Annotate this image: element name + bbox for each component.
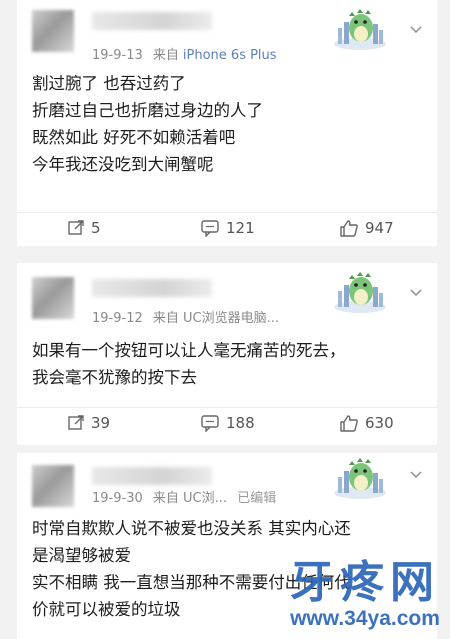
comment-line: 折磨过自己也折磨过身边的人了 [32,101,263,120]
dinosaur-sticker [334,272,386,313]
comment-meta: 19-9-30 来自 UC浏... 已编辑 [92,487,276,506]
comment-line: 割过腕了 也吞过药了 [32,74,186,93]
dinosaur-sticker [334,9,386,50]
comment-date: 19-9-13 [92,48,143,63]
comment-meta: 19-9-12 来自 UC浏览器电脑... [92,307,279,326]
action-bar: 39 188 630 [17,407,437,438]
comment-date: 19-9-12 [92,311,143,326]
repost-icon [68,415,84,430]
comment-icon [201,415,219,432]
thumbs-up-icon [340,220,358,237]
comment-text: 割过腕了 也吞过药了 折磨过自己也折磨过身边的人了 既然如此 好死不如赖活着吧 … [32,70,427,178]
source-prefix: 来自 [152,491,179,506]
comment-text: 如果有一个按钮可以让人毫无痛苦的死去， 我会毫不犹豫的按下去 [32,337,427,391]
avatar[interactable] [32,10,74,52]
comment-card: 19-9-12 来自 UC浏览器电脑... 如果有一个按钮可以让人毫无痛苦的死去… [17,263,437,445]
source-device[interactable]: UC浏... [183,491,227,506]
comment-count: 188 [226,414,255,432]
like-button[interactable]: 630 [339,414,394,432]
comment-line: 是渴望够被爱 [32,546,131,565]
chevron-down-icon[interactable] [408,22,424,38]
comment-icon [201,220,219,237]
comment-meta: 19-9-13 来自 iPhone 6s Plus [92,44,277,63]
comment-line: 价就可以被爱的垃圾 [32,600,181,619]
like-count: 947 [365,219,394,237]
comment-date: 19-9-30 [92,491,143,506]
username-redacted[interactable] [92,279,212,297]
source-prefix: 来自 [152,311,179,326]
comment-line: 我会毫不犹豫的按下去 [32,368,197,387]
comment-line: 实不相瞒 我一直想当那种不需要付出任何代 [32,573,351,592]
avatar[interactable] [32,277,74,319]
repost-button[interactable]: 5 [67,219,101,237]
comment-card: 19-9-13 来自 iPhone 6s Plus 割过腕了 也吞过药了 折磨过自… [17,0,437,246]
like-button[interactable]: 947 [339,219,394,237]
repost-icon [68,220,84,235]
username-redacted[interactable] [92,12,212,30]
username-redacted[interactable] [92,467,212,485]
avatar[interactable] [32,465,74,507]
comment-line: 如果有一个按钮可以让人毫无痛苦的死去， [32,341,346,360]
comment-line: 今年我还没吃到大闸蟹呢 [32,155,214,174]
source-device[interactable]: UC浏览器电脑... [183,311,279,326]
comment-line: 时常自欺欺人说不被爱也没关系 其实内心还 [32,519,351,538]
comment-card: 19-9-30 来自 UC浏... 已编辑 时常自欺欺人说不被爱也没关系 其实内… [17,453,437,639]
action-bar: 5 121 947 [17,212,437,243]
comment-button[interactable]: 188 [200,414,255,432]
comment-text: 时常自欺欺人说不被爱也没关系 其实内心还 是渴望够被爱 实不相瞒 我一直想当那种… [32,515,427,623]
repost-button[interactable]: 39 [67,414,110,432]
thumbs-up-icon [340,415,358,432]
repost-count: 39 [91,414,111,432]
source-device[interactable]: iPhone 6s Plus [183,48,277,63]
repost-count: 5 [91,219,101,237]
source-prefix: 来自 [152,48,179,63]
chevron-down-icon[interactable] [408,467,424,483]
chevron-down-icon[interactable] [408,285,424,301]
comment-count: 121 [226,219,255,237]
edited-label: 已编辑 [237,491,277,506]
comment-button[interactable]: 121 [200,219,255,237]
like-count: 630 [365,414,394,432]
dinosaur-sticker [334,458,386,499]
comment-line: 既然如此 好死不如赖活着吧 [32,128,236,147]
